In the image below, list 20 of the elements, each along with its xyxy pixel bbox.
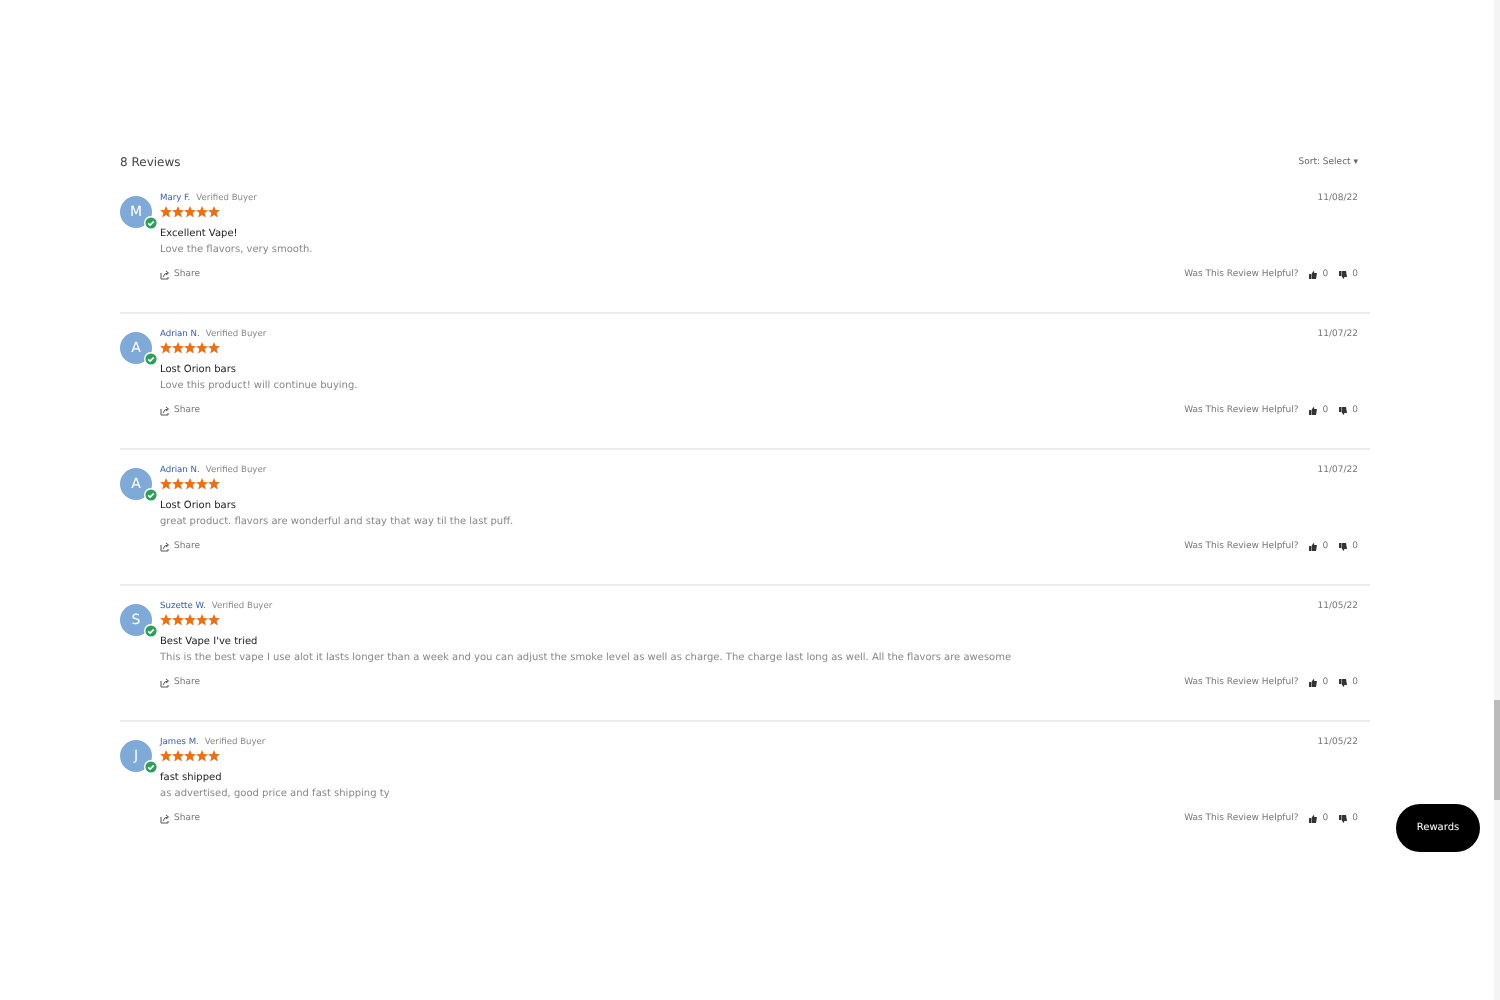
thumbs-up-icon [1308,270,1319,280]
share-icon [160,542,170,552]
thumbs-up-icon [1308,678,1319,688]
thumbs-down-icon [1338,406,1349,416]
share-icon [160,270,170,280]
thumbs-down-icon [1338,542,1349,552]
verified-check-icon [144,488,158,502]
share-icon [160,814,170,824]
thumbs-up-icon [1308,542,1319,552]
verified-check-icon [144,352,158,366]
thumbs-down-icon [1338,678,1349,688]
thumbs-down-icon [1338,270,1349,280]
verified-check-icon [144,216,158,230]
verified-check-icon [144,760,158,774]
share-icon [160,406,170,416]
thumbs-up-icon [1308,406,1319,416]
thumbs-up-icon [1308,814,1319,824]
share-icon [160,678,170,688]
thumbs-down-icon [1338,814,1349,824]
verified-check-icon [144,624,158,638]
